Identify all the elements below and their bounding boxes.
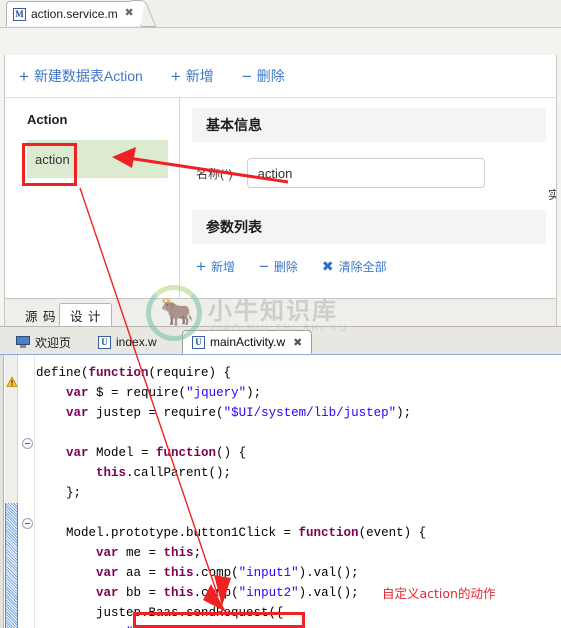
- new-datatable-action-label: 新建数据表Action: [33, 68, 143, 84]
- code-line[interactable]: var justep = require("$UI/system/lib/jus…: [36, 403, 556, 423]
- file-w-icon: U: [98, 335, 111, 349]
- delete-button-label: 删除: [256, 68, 285, 84]
- editor-tab-mainactivity-label: mainActivity.w: [210, 335, 286, 349]
- code-line[interactable]: [36, 423, 556, 443]
- name-input[interactable]: [246, 158, 485, 188]
- tab-design[interactable]: 设 计: [59, 303, 113, 327]
- params-toolbar: + 新增 − 删除 ✖ 清除全部: [196, 258, 556, 275]
- plus-icon: +: [196, 257, 206, 276]
- designer-file-tab[interactable]: M action.service.m ✖: [6, 1, 141, 26]
- param-delete-button[interactable]: − 删除: [259, 258, 298, 275]
- code-line[interactable]: this.callParent();: [36, 463, 556, 483]
- plus-icon: +: [170, 66, 181, 86]
- editor-tab-welcome-label: 欢迎页: [35, 335, 72, 350]
- editor-tab-strip: 欢迎页 U index.w U mainActivity.w ✖: [0, 326, 561, 354]
- right-cut-label: 实: [547, 188, 556, 202]
- add-button[interactable]: + 新增: [171, 66, 214, 86]
- editor-tab-welcome[interactable]: 欢迎页: [6, 330, 81, 354]
- plus-icon: +: [19, 66, 29, 86]
- code-editor[interactable]: define(function(require) { var $ = requi…: [0, 354, 561, 628]
- file-m-icon: M: [13, 7, 26, 21]
- action-list-item-label: action: [35, 151, 70, 167]
- name-field-label: 名称(*): [196, 166, 233, 181]
- code-line[interactable]: var me = this;: [36, 543, 556, 563]
- code-line[interactable]: Model.prototype.button1Click = function(…: [36, 523, 556, 543]
- close-icon[interactable]: ✖: [293, 336, 302, 349]
- param-add-button[interactable]: + 新增: [196, 258, 235, 275]
- editor-tab-index[interactable]: U index.w: [88, 330, 167, 354]
- param-clear-all-button[interactable]: ✖ 清除全部: [322, 258, 387, 275]
- action-properties-panel: 基本信息 名称(*) 实 参数列表 + 新增 − 删除 ✖ 清除全部: [180, 98, 556, 298]
- code-line[interactable]: var $ = require("jquery");: [36, 383, 556, 403]
- delete-button[interactable]: − 删除: [242, 66, 285, 86]
- param-delete-label: 删除: [273, 260, 298, 274]
- param-clear-all-label: 清除全部: [338, 260, 387, 274]
- editor-fold-gutter[interactable]: [19, 355, 35, 628]
- editor-tab-mainactivity[interactable]: U mainActivity.w ✖: [182, 330, 313, 354]
- app-window: M action.service.m ✖ + 新建数据表Action + 新增 …: [0, 0, 561, 628]
- action-toolbar: + 新建数据表Action + 新增 − 删除: [4, 55, 557, 97]
- code-line[interactable]: var aa = this.comp("input1").val();: [36, 563, 556, 583]
- designer-tab-strip: M action.service.m ✖: [0, 0, 561, 28]
- action-list-panel: Action action: [5, 98, 180, 298]
- editor-left-rule: [0, 355, 4, 628]
- fold-collapse-icon[interactable]: [22, 438, 33, 449]
- add-button-label: 新增: [185, 68, 214, 84]
- action-list-title: Action: [27, 112, 68, 127]
- designer-file-tab-label: action.service.m: [31, 7, 118, 21]
- file-w-icon: U: [192, 335, 205, 349]
- action-list-item[interactable]: action: [27, 140, 168, 178]
- minus-icon: −: [241, 66, 252, 86]
- code-line[interactable]: [36, 503, 556, 523]
- code-line[interactable]: var Model = function() {: [36, 443, 556, 463]
- monitor-icon: [16, 336, 30, 348]
- view-mode-tabs: 源 码 设 计: [4, 298, 557, 327]
- warning-icon: [6, 376, 18, 387]
- x-icon: ✖: [321, 258, 334, 274]
- new-datatable-action-button[interactable]: + 新建数据表Action: [19, 66, 143, 86]
- basic-info-header: 基本信息: [192, 108, 546, 142]
- name-field-row: 名称(*): [196, 158, 556, 188]
- param-add-label: 新增: [210, 260, 235, 274]
- editor-change-marker: [5, 503, 18, 628]
- code-line[interactable]: "url" : "/action/action",: [36, 623, 556, 628]
- code-line[interactable]: define(function(require) {: [36, 363, 556, 383]
- fold-collapse-icon[interactable]: [22, 518, 33, 529]
- designer-body: Action action 基本信息 名称(*) 实 参数列表 + 新增 − 删…: [4, 97, 557, 298]
- editor-tab-index-label: index.w: [116, 335, 157, 349]
- params-list-header: 参数列表: [192, 210, 546, 244]
- minus-icon: −: [258, 257, 269, 276]
- code-content[interactable]: define(function(require) { var $ = requi…: [36, 363, 556, 628]
- code-line[interactable]: justep.Baas.sendRequest({: [36, 603, 556, 623]
- code-line[interactable]: };: [36, 483, 556, 503]
- code-line[interactable]: var bb = this.comp("input2").val();: [36, 583, 556, 603]
- close-icon[interactable]: ✖: [124, 8, 133, 19]
